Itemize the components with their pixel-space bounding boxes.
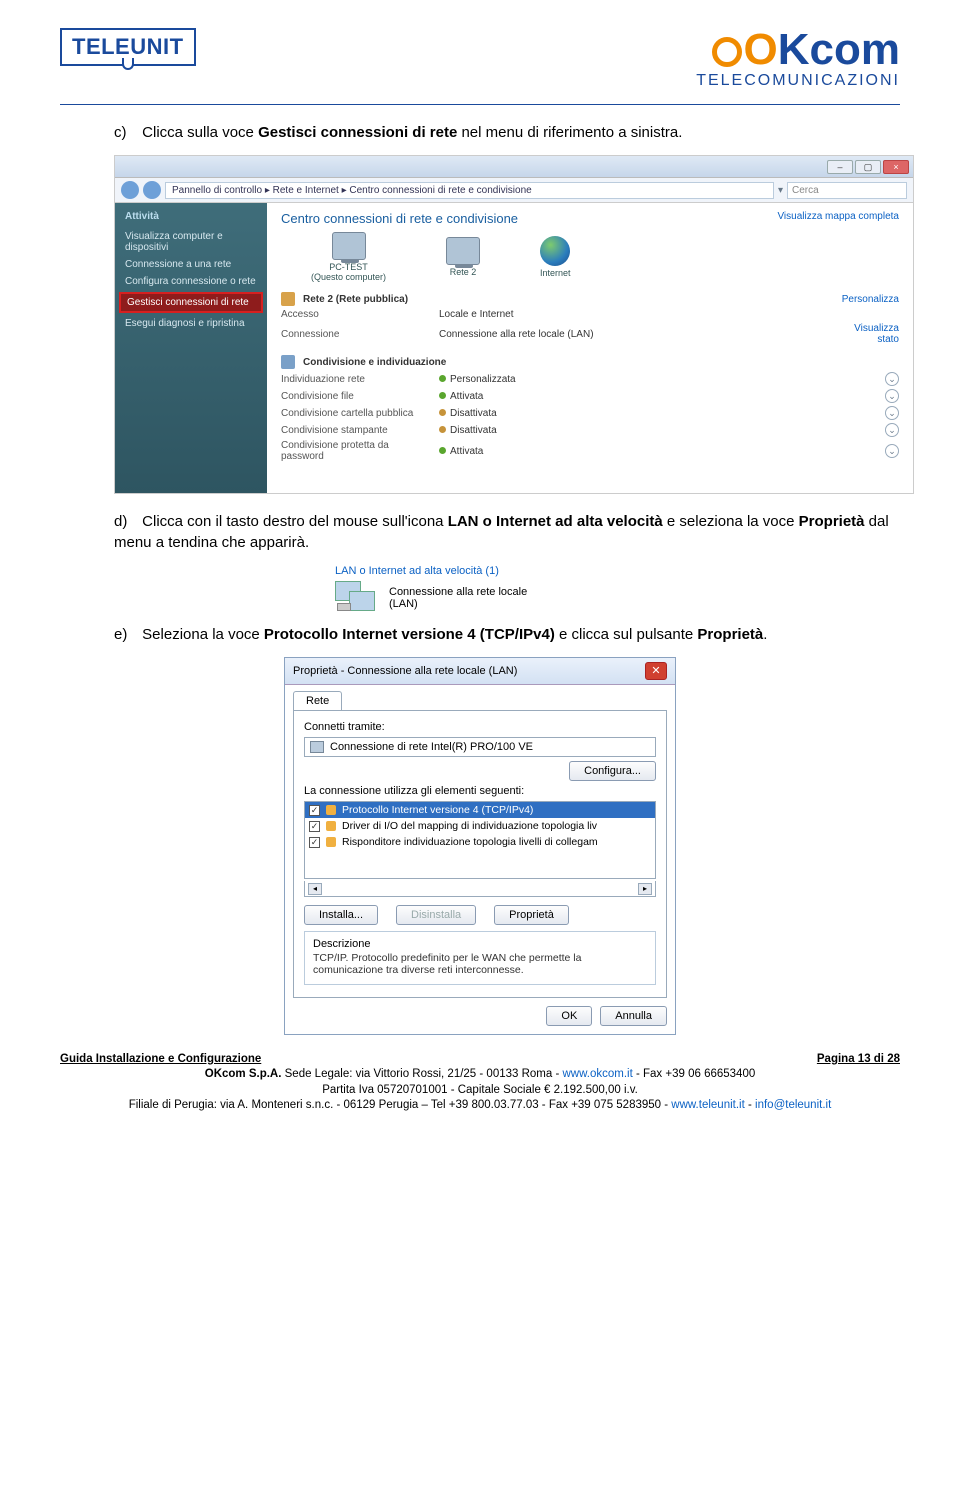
screenshot-lan-icon: LAN o Internet ad alta velocità (1) Conn… <box>335 565 625 615</box>
network-icon <box>446 237 480 265</box>
sidebar-header: Attività <box>125 211 257 222</box>
group-header: LAN o Internet ad alta velocità (1) <box>335 565 625 577</box>
install-button[interactable]: Installa... <box>304 905 378 925</box>
search-input[interactable]: Cerca <box>787 182 907 199</box>
screenshot-network-center: – ▢ × Pannello di controllo ▸ Rete e Int… <box>114 155 914 494</box>
close-button[interactable]: ✕ <box>645 662 667 680</box>
sidebar-item[interactable]: Connessione a una rete <box>125 256 257 273</box>
description-label: Descrizione <box>313 938 647 950</box>
expand-button[interactable]: ⌄ <box>885 389 899 403</box>
computer-icon <box>332 232 366 260</box>
globe-icon <box>540 236 570 266</box>
scroll-left-button[interactable]: ◂ <box>308 883 322 895</box>
network-badge-icon <box>281 292 295 306</box>
adapter-icon <box>310 741 324 753</box>
sidebar-item[interactable]: Visualizza computer e dispositivi <box>125 228 257 256</box>
teleunit-site-link[interactable]: www.teleunit.it <box>671 1099 745 1111</box>
expand-button[interactable]: ⌄ <box>885 372 899 386</box>
breadcrumb[interactable]: Pannello di controllo ▸ Rete e Internet … <box>165 182 774 199</box>
protocol-list[interactable]: ✓Protocollo Internet versione 4 (TCP/IPv… <box>304 801 656 879</box>
window-titlebar: – ▢ × <box>115 156 913 178</box>
instruction-e: e) Seleziona la voce Protocollo Internet… <box>114 625 900 645</box>
teleunit-logo: TELEUNIT <box>60 28 196 66</box>
sidebar-item-manage-connections[interactable]: Gestisci connessioni di rete <box>119 292 263 313</box>
node-network: Rete 2 <box>446 237 480 277</box>
node-internet: Internet <box>540 236 571 278</box>
instruction-c: c) Clicca sulla voce Gestisci connession… <box>114 123 900 143</box>
lan-connection-label: Connessione alla rete locale (LAN) <box>389 586 527 610</box>
items-label: La connessione utilizza gli elementi seg… <box>304 785 656 797</box>
expand-button[interactable]: ⌄ <box>885 444 899 458</box>
footer-page-number: Pagina 13 di 28 <box>817 1053 900 1065</box>
expand-button[interactable]: ⌄ <box>885 406 899 420</box>
connect-via-label: Connetti tramite: <box>304 721 656 733</box>
dialog-title: Proprietà - Connessione alla rete locale… <box>293 665 517 677</box>
teleunit-mail-link[interactable]: info@teleunit.it <box>755 1099 831 1111</box>
protocol-icon <box>326 821 336 831</box>
screenshot-properties-dialog: Proprietà - Connessione alla rete locale… <box>284 657 676 1035</box>
ring-icon <box>712 37 742 67</box>
view-full-map-link[interactable]: Visualizza mappa completa <box>777 211 899 222</box>
list-item[interactable]: ✓Driver di I/O del mapping di individuaz… <box>305 818 655 834</box>
adapter-field: Connessione di rete Intel(R) PRO/100 VE <box>304 737 656 757</box>
protocol-icon <box>326 805 336 815</box>
tasks-sidebar: Attività Visualizza computer e dispositi… <box>115 203 267 493</box>
footer-doc-title: Guida Installazione e Configurazione <box>60 1053 261 1065</box>
uninstall-button: Disinstalla <box>396 905 476 925</box>
personalize-link[interactable]: Personalizza <box>842 294 899 305</box>
list-item-tcpip4[interactable]: ✓Protocollo Internet versione 4 (TCP/IPv… <box>305 802 655 818</box>
configure-button[interactable]: Configura... <box>569 761 656 781</box>
tab-network[interactable]: Rete <box>293 691 342 710</box>
instruction-d: d) Clicca con il tasto destro del mouse … <box>114 512 900 553</box>
okcom-logo: OKcom TELECOMUNICAZIONI <box>696 28 900 90</box>
main-panel: Visualizza mappa completa Centro conness… <box>267 203 913 493</box>
sidebar-item[interactable]: Esegui diagnosi e ripristina <box>125 315 257 332</box>
expand-button[interactable]: ⌄ <box>885 423 899 437</box>
scroll-right-button[interactable]: ▸ <box>638 883 652 895</box>
sidebar-item[interactable]: Configura connessione o rete <box>125 273 257 290</box>
network-name: Rete 2 (Rete pubblica) <box>303 294 834 305</box>
lan-connection-icon[interactable] <box>335 581 381 615</box>
page-footer: Guida Installazione e Configurazione Pag… <box>60 1053 900 1114</box>
sharing-icon <box>281 355 295 369</box>
node-pc: PC-TEST (Questo computer) <box>311 232 386 282</box>
protocol-icon <box>326 837 336 847</box>
view-status-link[interactable]: Visualizza stato <box>839 323 899 345</box>
header-rule <box>60 104 900 105</box>
properties-button[interactable]: Proprietà <box>494 905 569 925</box>
ok-button[interactable]: OK <box>546 1006 592 1026</box>
cancel-button[interactable]: Annulla <box>600 1006 667 1026</box>
page-header: TELEUNIT OKcom TELECOMUNICAZIONI <box>60 28 900 90</box>
close-button[interactable]: × <box>883 160 909 174</box>
forward-button[interactable] <box>143 181 161 199</box>
description-text: TCP/IP. Protocollo predefinito per le WA… <box>313 952 647 976</box>
minimize-button[interactable]: – <box>827 160 853 174</box>
sharing-heading: Condivisione e individuazione <box>303 357 446 368</box>
okcom-link[interactable]: www.okcom.it <box>563 1068 633 1080</box>
maximize-button[interactable]: ▢ <box>855 160 881 174</box>
list-item[interactable]: ✓Risponditore individuazione topologia l… <box>305 834 655 850</box>
back-button[interactable] <box>121 181 139 199</box>
